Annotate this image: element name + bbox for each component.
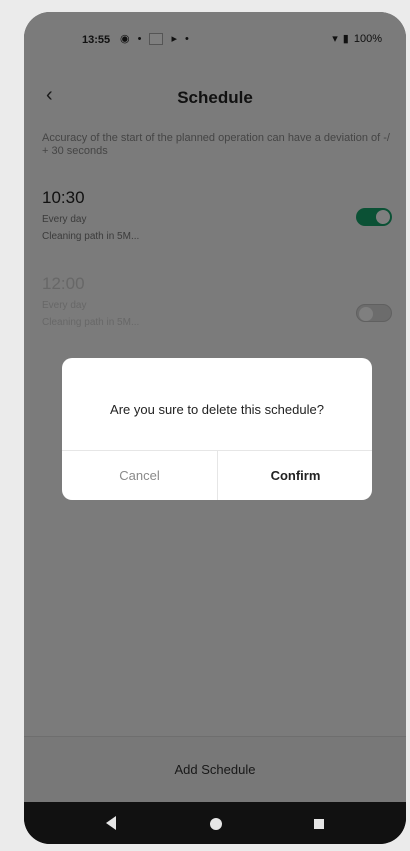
dialog-message: Are you sure to delete this schedule? — [110, 402, 324, 417]
delete-confirm-dialog: Are you sure to delete this schedule? Ca… — [62, 358, 372, 500]
nav-back-icon[interactable] — [106, 816, 116, 830]
nav-recents-icon[interactable] — [314, 819, 324, 829]
phone-frame: 13:55 ◉ • ▸ • ▾ ▮ 100% ‹ Schedule Accura… — [24, 12, 406, 844]
cancel-button[interactable]: Cancel — [62, 451, 217, 500]
system-nav-bar — [24, 802, 406, 844]
nav-home-icon[interactable] — [210, 818, 222, 830]
confirm-button[interactable]: Confirm — [218, 451, 372, 500]
screen: 13:55 ◉ • ▸ • ▾ ▮ 100% ‹ Schedule Accura… — [24, 12, 406, 802]
